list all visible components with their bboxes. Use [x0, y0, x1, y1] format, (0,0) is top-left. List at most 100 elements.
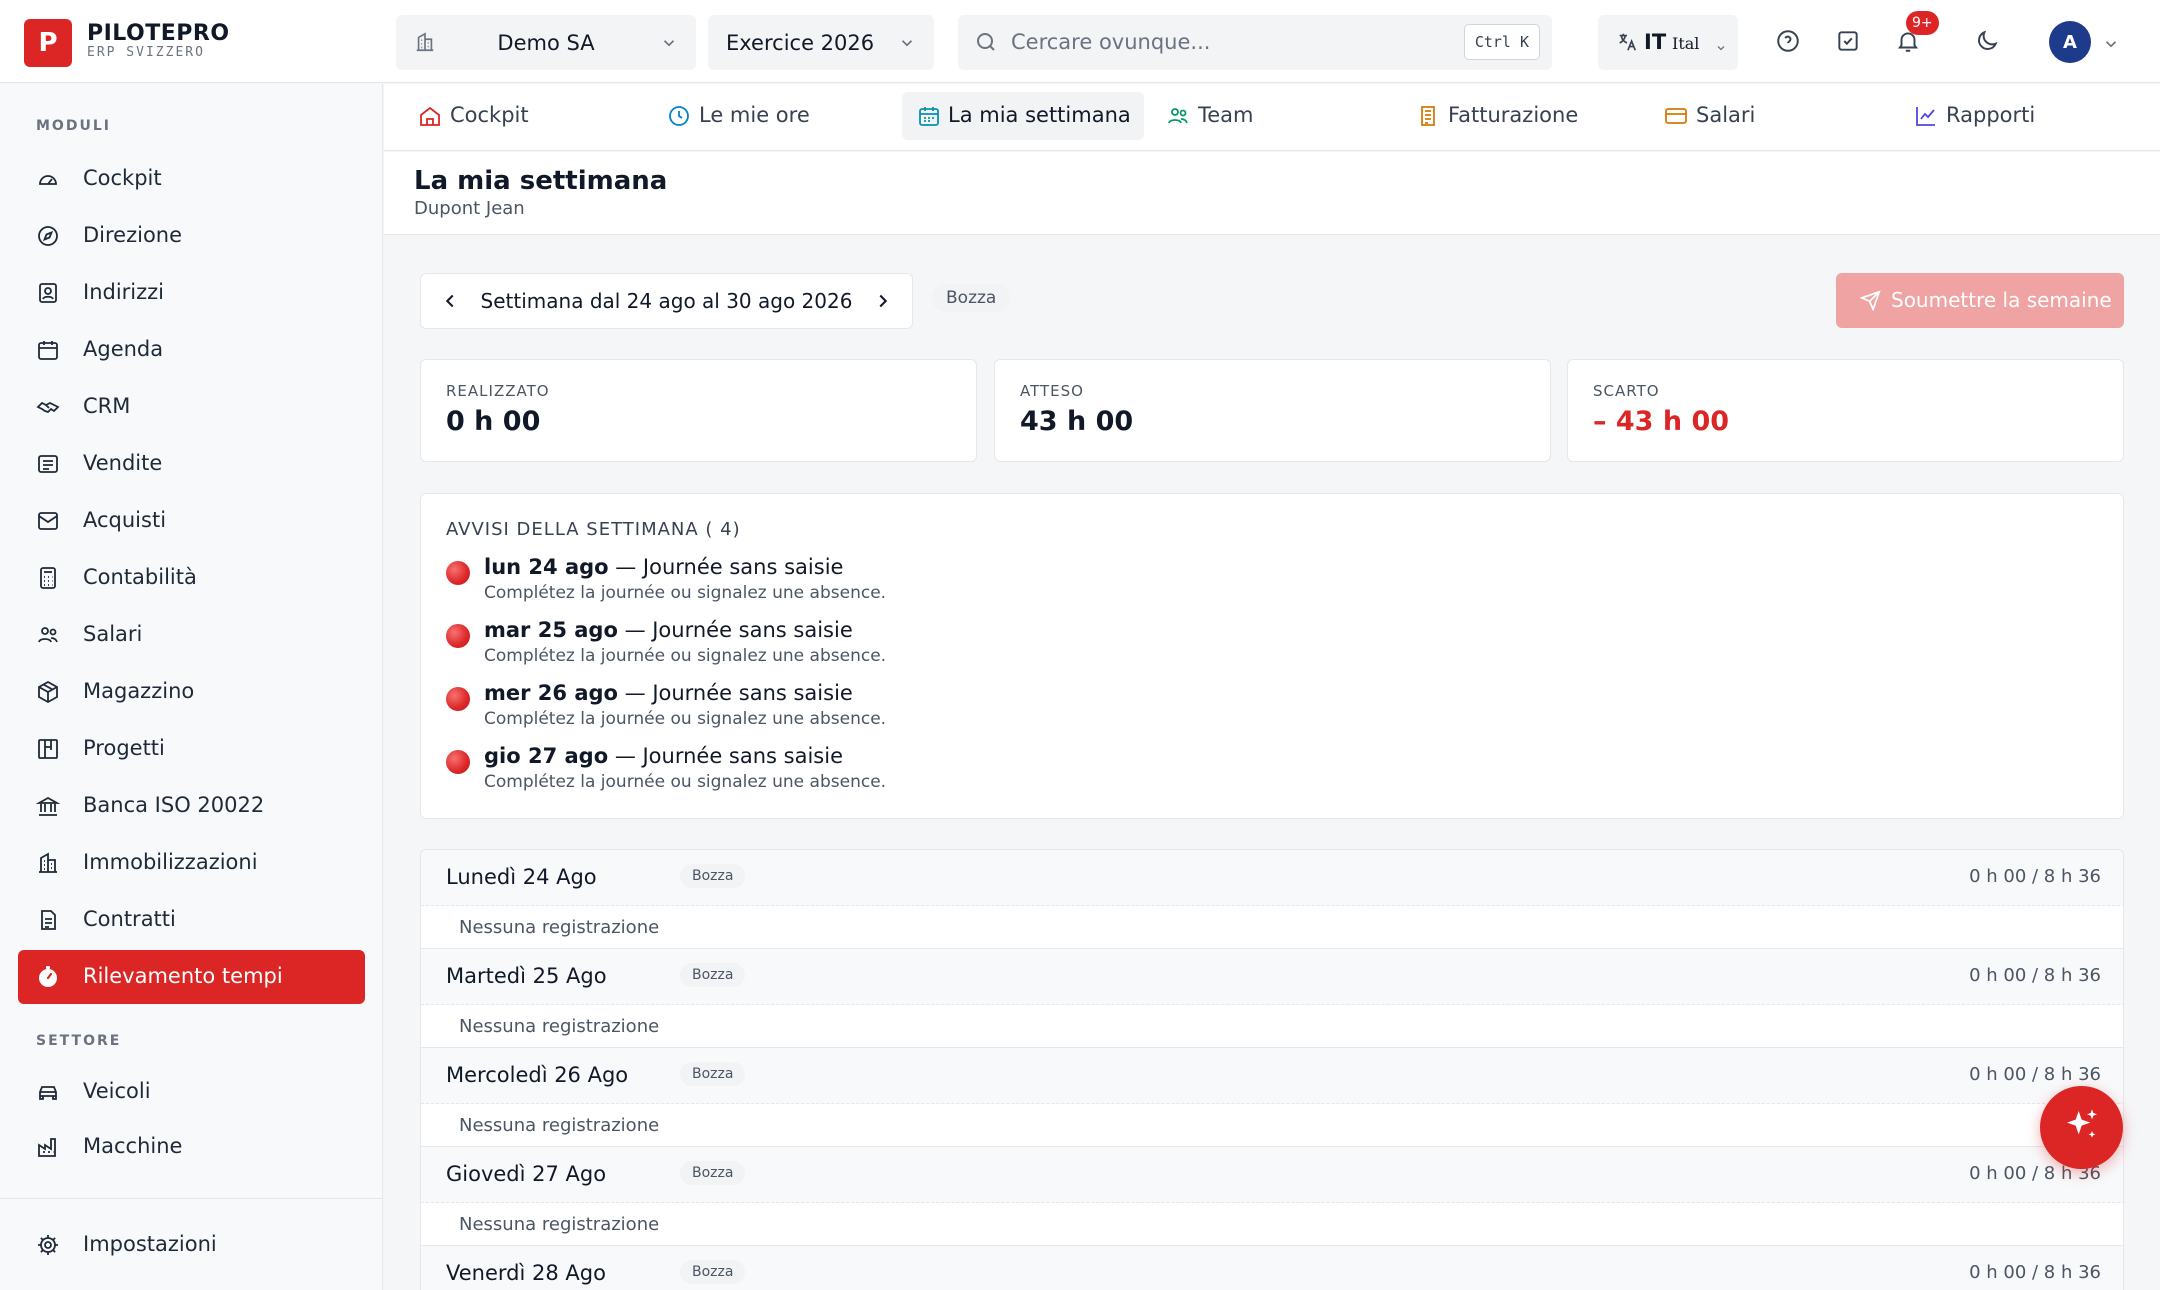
sidebar-item-agenda[interactable]: Agenda: [18, 323, 365, 377]
sidebar-item-label: Immobilizzazioni: [83, 850, 258, 874]
user-avatar[interactable]: A: [2049, 21, 2091, 63]
sidebar-item-macchine[interactable]: Macchine: [18, 1120, 365, 1174]
day-row-body: Nessuna registrazione: [421, 906, 2123, 949]
day-status-badge: Bozza: [680, 963, 746, 987]
sidebar-item-vendite[interactable]: Vendite: [18, 437, 365, 491]
ai-assistant-button[interactable]: [2040, 1086, 2123, 1169]
language-name: Ital: [1672, 34, 1700, 53]
sidebar-item-direzione[interactable]: Direzione: [18, 209, 365, 263]
users-icon: [1166, 104, 1190, 133]
translate-icon: [1616, 31, 1638, 57]
sidebar-item-settings[interactable]: Impostazioni: [18, 1218, 365, 1272]
submit-week-button[interactable]: Soumettre la semaine: [1836, 273, 2124, 328]
day-row-header[interactable]: Martedì 25 Ago Bozza 0 h 00 / 8 h 36: [421, 949, 2123, 1005]
sidebar-item-label: Cockpit: [83, 166, 162, 190]
chevron-down-icon: [898, 33, 916, 57]
search-shortcut-hint: Ctrl K: [1463, 24, 1540, 60]
week-navigator: Settimana dal 24 ago al 30 ago 2026: [420, 273, 913, 329]
sidebar-item-label: Impostazioni: [83, 1232, 217, 1256]
stat-label: REALIZZATO: [446, 382, 550, 400]
day-name: Mercoledì 26 Ago: [446, 1063, 629, 1087]
search-icon: [974, 30, 998, 58]
stat-card-atteso: ATTESO 43 h 00: [994, 359, 1551, 462]
chevron-right-icon[interactable]: [872, 290, 894, 316]
sidebar-item-magazzino[interactable]: Magazzino: [18, 665, 365, 719]
day-row-header[interactable]: Venerdì 28 Ago Bozza 0 h 00 / 8 h 36: [421, 1246, 2123, 1290]
sidebar-item-label: Rilevamento tempi: [83, 964, 283, 988]
tab-le-mie-ore[interactable]: Le mie ore: [667, 92, 867, 140]
help-icon[interactable]: [1775, 28, 1801, 58]
tab-label: Team: [1198, 103, 1254, 127]
red-circle-icon: [446, 750, 470, 774]
sidebar-item-salari[interactable]: Salari: [18, 608, 365, 662]
company-selector[interactable]: Demo SA: [396, 15, 696, 70]
day-hours: 0 h 00 / 8 h 36: [1969, 866, 2101, 887]
tab-label: Le mie ore: [699, 103, 810, 127]
sidebar-item-banca[interactable]: Banca ISO 20022: [18, 779, 365, 833]
tab-label: Rapporti: [1946, 103, 2036, 127]
tab-rapporti[interactable]: Rapporti: [1914, 92, 2074, 140]
sidebar-item-contabilita[interactable]: Contabilità: [18, 551, 365, 605]
gear-icon: [36, 1233, 60, 1257]
sidebar-item-cockpit[interactable]: Cockpit: [18, 152, 365, 206]
invoice-icon: [1416, 104, 1440, 133]
tab-fatturazione[interactable]: Fatturazione: [1416, 92, 1616, 140]
language-selector[interactable]: IT Ital: [1598, 15, 1738, 70]
sidebar-item-label: Contratti: [83, 907, 176, 931]
sidebar-item-label: Acquisti: [83, 508, 167, 532]
receipt-icon: [36, 452, 60, 476]
page-title: La mia settimana: [414, 166, 668, 196]
alert-hint: Complétez la journée ou signalez une abs…: [484, 646, 887, 666]
building-icon: [36, 851, 60, 875]
sidebar-item-progetti[interactable]: Progetti: [18, 722, 365, 776]
sidebar-item-crm[interactable]: CRM: [18, 380, 365, 434]
day-empty-message: Nessuna registrazione: [459, 1214, 660, 1235]
sidebar-item-contratti[interactable]: Contratti: [18, 893, 365, 947]
day-row-header[interactable]: Mercoledì 26 Ago Bozza 0 h 00 / 8 h 36: [421, 1048, 2123, 1104]
module-tabs: Cockpit Le mie ore La mia settimana Team…: [384, 84, 2160, 151]
chevron-down-icon[interactable]: [2102, 35, 2120, 57]
alert-hint: Complétez la journée ou signalez une abs…: [484, 772, 887, 792]
page-header: La mia settimana Dupont Jean: [384, 152, 2160, 235]
chevron-down-icon: [660, 33, 678, 57]
stat-card-scarto: SCARTO – 43 h 00: [1567, 359, 2124, 462]
contact-icon: [36, 281, 60, 305]
send-icon: [1859, 290, 1881, 316]
app-logo[interactable]: P: [24, 19, 72, 67]
inbox-icon: [36, 509, 60, 533]
day-row-header[interactable]: Giovedì 27 Ago Bozza 0 h 00 / 8 h 36: [421, 1147, 2123, 1203]
calculator-icon: [36, 566, 60, 590]
moon-icon[interactable]: [1974, 28, 2000, 58]
sidebar: MODULI Cockpit Direzione Indirizzi Agend…: [0, 84, 383, 1290]
day-row-body: Nessuna registrazione: [421, 1005, 2123, 1048]
day-status-badge: Bozza: [680, 1062, 746, 1086]
global-search-input[interactable]: Cercare ovunque... Ctrl K: [958, 15, 1552, 70]
sidebar-item-rilevamento-tempi[interactable]: Rilevamento tempi: [18, 950, 365, 1004]
sidebar-item-label: Direzione: [83, 223, 183, 247]
notifications-badge: 9+: [1906, 11, 1939, 35]
day-name: Martedì 25 Ago: [446, 964, 607, 988]
day-row-header[interactable]: Lunedì 24 Ago Bozza 0 h 00 / 8 h 36: [421, 850, 2123, 906]
tab-salari[interactable]: Salari: [1664, 92, 1814, 140]
sparkles-icon: [2062, 1106, 2102, 1150]
sidebar-section-sector: SETTORE: [36, 1033, 122, 1049]
users-icon: [36, 623, 60, 647]
sidebar-item-veicoli[interactable]: Veicoli: [18, 1065, 365, 1119]
tab-la-mia-settimana[interactable]: La mia settimana: [902, 92, 1144, 140]
fiscal-year-selector[interactable]: Exercice 2026: [708, 15, 934, 70]
day-hours: 0 h 00 / 8 h 36: [1969, 1064, 2101, 1085]
sidebar-item-acquisti[interactable]: Acquisti: [18, 494, 365, 548]
sidebar-item-immobilizzazioni[interactable]: Immobilizzazioni: [18, 836, 365, 890]
handshake-icon: [36, 395, 60, 419]
day-name: Venerdì 28 Ago: [446, 1261, 606, 1285]
tasks-icon[interactable]: [1835, 28, 1861, 58]
day-status-badge: Bozza: [680, 1260, 746, 1284]
sidebar-item-indirizzi[interactable]: Indirizzi: [18, 266, 365, 320]
chevron-down-icon: [1715, 39, 1727, 58]
sidebar-item-label: Contabilità: [83, 565, 197, 589]
language-code: IT: [1644, 30, 1667, 54]
tab-team[interactable]: Team: [1166, 92, 1316, 140]
sidebar-item-label: Agenda: [83, 337, 164, 361]
compass-icon: [36, 224, 60, 248]
tab-cockpit[interactable]: Cockpit: [418, 92, 598, 140]
